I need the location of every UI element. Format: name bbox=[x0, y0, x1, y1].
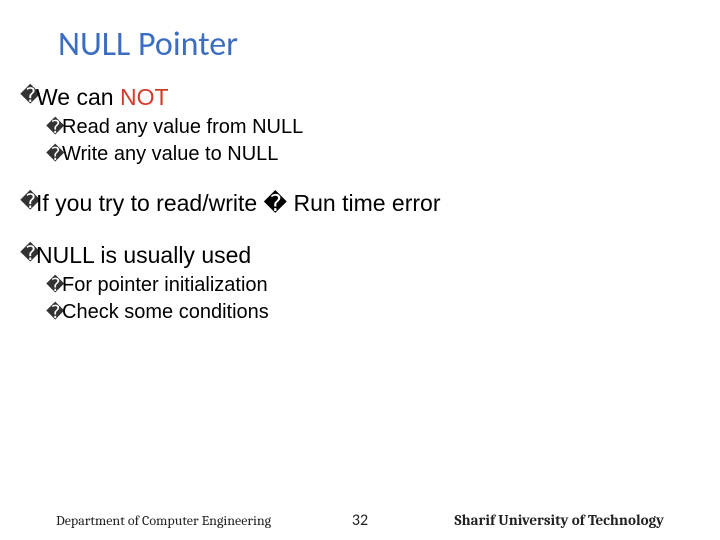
bullet-glyph: � bbox=[46, 272, 60, 298]
sub-text: Check some conditions bbox=[60, 299, 269, 326]
sub-item: � For pointer initialization bbox=[46, 272, 680, 299]
sub-text: Read any value from NULL bbox=[60, 114, 303, 141]
bullet-1-subs: � Read any value from NULL � Write any v… bbox=[46, 114, 680, 168]
footer-right: Sharif University of Technology bbox=[455, 511, 664, 529]
sub-text: Write any value to NULL bbox=[60, 141, 278, 168]
sub-item: � Write any value to NULL bbox=[46, 141, 680, 168]
footer-left: Department of Computer Engineering bbox=[56, 512, 271, 529]
bullet-2: � If you try to read/write � Run time er… bbox=[20, 188, 680, 218]
bullet-glyph: � bbox=[20, 188, 34, 216]
bullet-glyph: � bbox=[46, 114, 60, 140]
bullet-3-text: NULL is usually used bbox=[34, 240, 251, 270]
sub-item: � Read any value from NULL bbox=[46, 114, 680, 141]
bullet-glyph: � bbox=[46, 299, 60, 325]
bullet-1: � We can NOT bbox=[20, 82, 680, 112]
bullet-glyph: � bbox=[20, 240, 34, 268]
bullet-2-text: If you try to read/write � Run time erro… bbox=[34, 188, 441, 218]
bullet-3-subs: � For pointer initialization � Check som… bbox=[46, 272, 680, 326]
bullet-3: � NULL is usually used bbox=[20, 240, 680, 270]
bullet-glyph: � bbox=[20, 82, 34, 110]
slide-title: NULL Pointer bbox=[58, 24, 238, 65]
sub-item: � Check some conditions bbox=[46, 299, 680, 326]
content-area: � We can NOT � Read any value from NULL … bbox=[20, 82, 680, 346]
sub-text: For pointer initialization bbox=[60, 272, 268, 299]
bullet-1-text: We can NOT bbox=[34, 82, 169, 112]
bullet-glyph: � bbox=[46, 141, 60, 167]
